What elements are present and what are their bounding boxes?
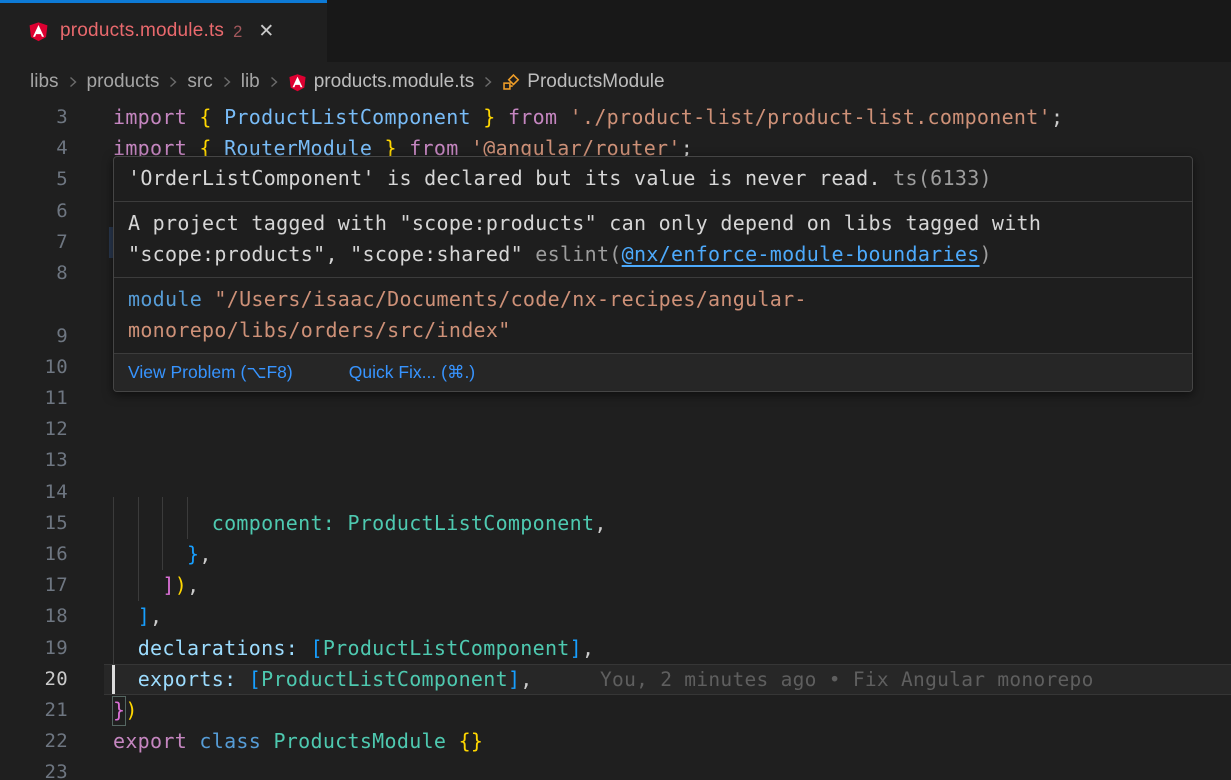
indent-guide [162, 497, 163, 508]
chevron-right-icon [269, 74, 279, 90]
diagnostic-hover: 'OrderListComponent' is declared but its… [113, 156, 1193, 392]
line-number-9[interactable]: 9 [0, 321, 68, 352]
line-number-6[interactable]: 6 [0, 196, 68, 227]
line-number-18[interactable]: 18 [0, 601, 68, 632]
hover-action-quick-fix[interactable]: Quick Fix... (⌘.) [349, 362, 475, 383]
line-number-15[interactable]: 15 [0, 508, 68, 539]
line-number-16[interactable]: 16 [0, 539, 68, 570]
tab-title: products.module.ts [60, 20, 224, 42]
code-line-19[interactable]: declarations: [ProductListComponent], [113, 633, 594, 664]
bracket-match-box [112, 696, 127, 726]
breadcrumb-item-products[interactable]: products [87, 71, 160, 93]
line-number-7[interactable]: 7 [0, 227, 68, 258]
line-number-8[interactable]: 8 [0, 258, 68, 289]
hover-section-ts-diagnostic: 'OrderListComponent' is declared but its… [114, 157, 1192, 201]
indent-guide [113, 497, 114, 508]
indent-guide [138, 497, 139, 508]
code-line-17[interactable]: ]), [113, 570, 199, 601]
angular-icon [28, 21, 49, 42]
hover-section-eslint-diagnostic: A project tagged with "scope:products" c… [114, 201, 1192, 277]
line-number-17[interactable]: 17 [0, 570, 68, 601]
line-number-11[interactable]: 11 [0, 383, 68, 414]
breadcrumb-item-products-module-ts[interactable]: products.module.ts [288, 71, 475, 93]
breadcrumb: libs products src lib products.module.ts Prod… [0, 62, 1231, 102]
breadcrumb-item-src[interactable]: src [187, 71, 212, 93]
line-number-23[interactable]: 23 [0, 757, 68, 780]
code-line-18[interactable]: ], [113, 601, 162, 632]
breadcrumb-item-libs[interactable]: libs [30, 71, 59, 93]
tab-bar: products.module.ts 2 ✕ [0, 0, 1231, 62]
git-blame-annotation: You, 2 minutes ago • Fix Angular monorep… [600, 664, 1094, 695]
line-number-13[interactable]: 13 [0, 445, 68, 476]
hover-text-line: module "/Users/isaac/Documents/code/nx-r… [128, 284, 1178, 315]
line-number-4[interactable]: 4 [0, 133, 68, 164]
breadcrumb-item-productsmodule[interactable]: ProductsModule [502, 71, 664, 93]
code-line-20[interactable]: exports: [ProductListComponent], [113, 664, 533, 695]
code-line-16[interactable]: }, [113, 539, 212, 570]
chevron-right-icon [222, 74, 232, 90]
line-number-19[interactable]: 19 [0, 633, 68, 664]
line-number-12[interactable]: 12 [0, 414, 68, 445]
chevron-right-icon [168, 74, 178, 90]
hover-text-line: 'OrderListComponent' is declared but its… [128, 163, 1178, 194]
line-number-21[interactable]: 21 [0, 695, 68, 726]
tab-badge: 2 [233, 23, 242, 42]
active-tab-indicator [0, 0, 327, 3]
line-number-14[interactable]: 14 [0, 477, 68, 508]
line-number-10[interactable]: 10 [0, 352, 68, 383]
angular-icon [288, 73, 307, 92]
code-line-15[interactable]: component: ProductListComponent, [113, 508, 607, 539]
code-line-22[interactable]: export class ProductsModule {} [113, 726, 483, 757]
vscode-window: products.module.ts 2 ✕ libsproductssrcli… [0, 0, 1231, 780]
class-icon [502, 73, 520, 91]
eslint-rule-link[interactable]: @nx/enforce-module-boundaries [622, 242, 980, 266]
chevron-right-icon [483, 74, 493, 90]
indent-guide [187, 497, 188, 508]
tab-products-module[interactable]: products.module.ts 2 ✕ [0, 0, 327, 62]
line-number-22[interactable]: 22 [0, 726, 68, 757]
close-icon[interactable]: ✕ [258, 20, 274, 43]
line-number-3[interactable]: 3 [0, 102, 68, 133]
text-cursor [112, 665, 115, 694]
hover-status-bar: View Problem (⌥F8) Quick Fix... (⌘.) [114, 353, 1192, 391]
line-number-5[interactable]: 5 [0, 164, 68, 195]
line-number-20[interactable]: 20 [0, 664, 68, 695]
hover-section-module-path: module "/Users/isaac/Documents/code/nx-r… [114, 277, 1192, 353]
chevron-right-icon [68, 74, 78, 90]
hover-text-line: A project tagged with "scope:products" c… [128, 208, 1178, 239]
hover-text-line: monorepo/libs/orders/src/index" [128, 315, 1178, 346]
breadcrumb-item-lib[interactable]: lib [241, 71, 260, 93]
hover-action-view-problem-f8[interactable]: View Problem (⌥F8) [128, 362, 293, 383]
hover-text-line: "scope:products", "scope:shared" eslint(… [128, 239, 1178, 270]
code-line-3[interactable]: import { ProductListComponent } from './… [113, 102, 1063, 133]
